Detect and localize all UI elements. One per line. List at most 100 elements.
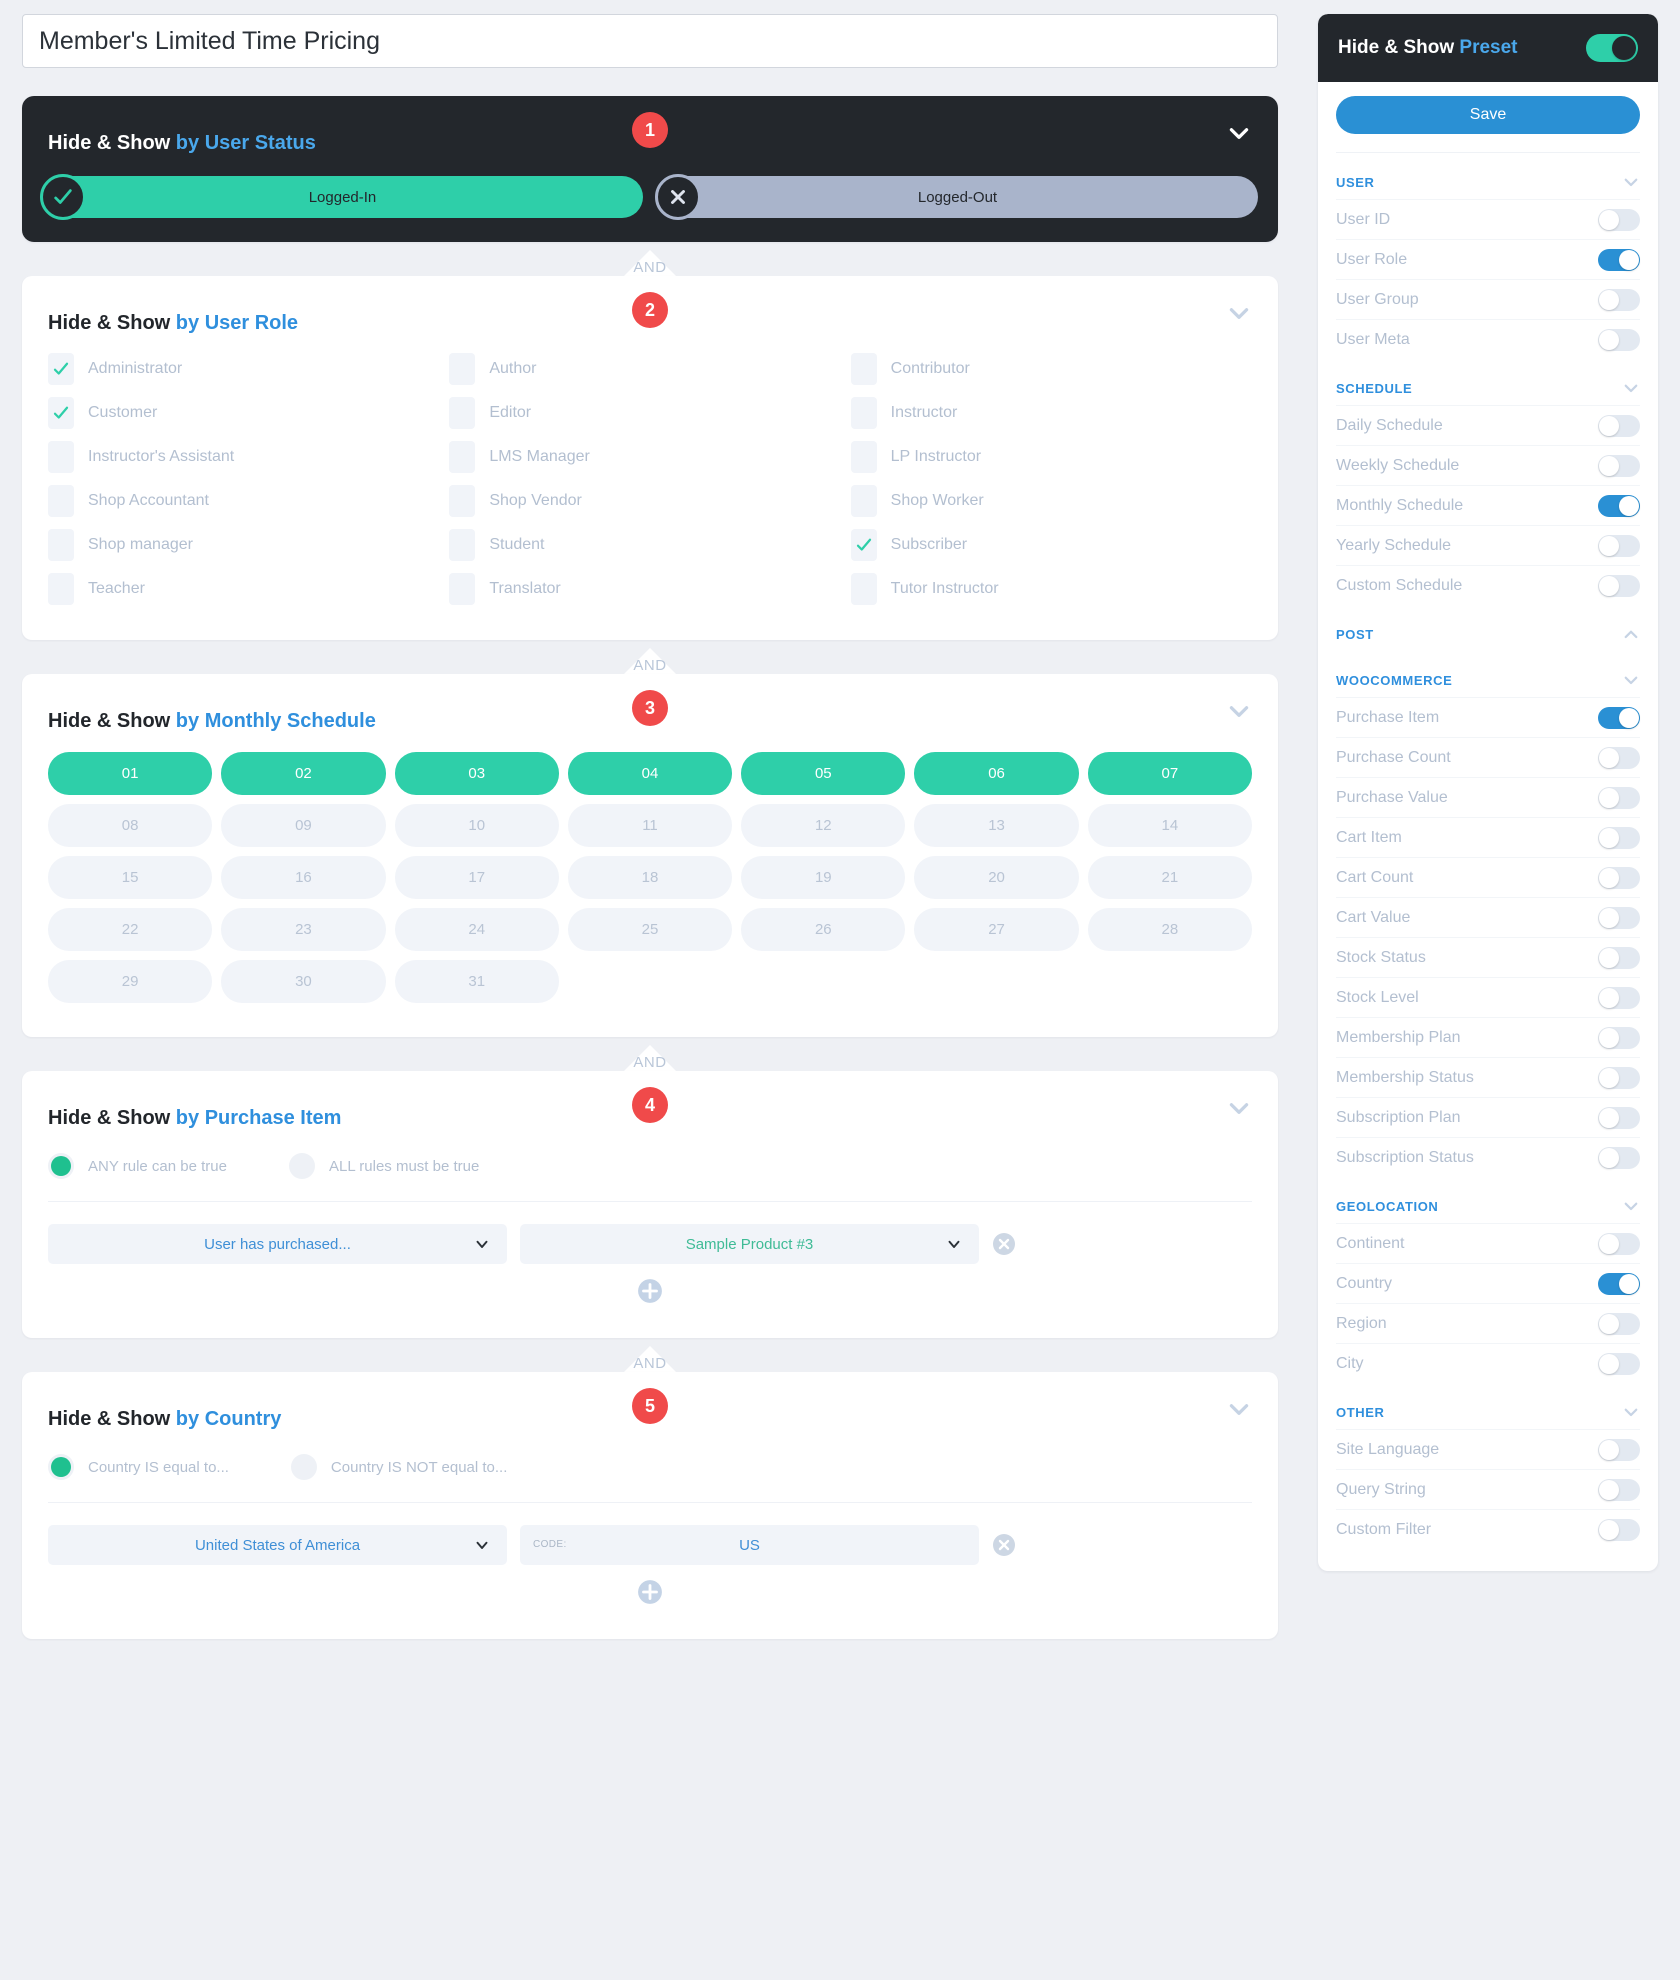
sidebar-row-toggle[interactable] xyxy=(1598,209,1640,231)
day-cell-25[interactable]: 25 xyxy=(568,908,732,951)
sidebar-row-continent[interactable]: Continent xyxy=(1336,1223,1640,1263)
save-button[interactable]: Save xyxy=(1336,96,1640,134)
day-cell-15[interactable]: 15 xyxy=(48,856,212,899)
sidebar-row-toggle[interactable] xyxy=(1598,249,1640,271)
sidebar-group-post[interactable]: POST xyxy=(1336,605,1640,651)
role-option-0[interactable]: Administrator xyxy=(48,352,449,386)
sidebar-row-cart-count[interactable]: Cart Count xyxy=(1336,857,1640,897)
day-cell-18[interactable]: 18 xyxy=(568,856,732,899)
add-rule-icon[interactable] xyxy=(637,1278,663,1304)
sidebar-group-geolocation[interactable]: GEOLOCATION xyxy=(1336,1177,1640,1223)
day-cell-23[interactable]: 23 xyxy=(221,908,385,951)
rule-left-select-country[interactable]: United States of America xyxy=(48,1525,507,1565)
sidebar-row-user-group[interactable]: User Group xyxy=(1336,279,1640,319)
preset-master-toggle[interactable] xyxy=(1586,34,1638,62)
sidebar-group-schedule[interactable]: SCHEDULE xyxy=(1336,359,1640,405)
day-cell-29[interactable]: 29 xyxy=(48,960,212,1003)
sidebar-row-cart-value[interactable]: Cart Value xyxy=(1336,897,1640,937)
sidebar-row-stock-status[interactable]: Stock Status xyxy=(1336,937,1640,977)
add-rule-icon[interactable] xyxy=(637,1579,663,1605)
day-cell-27[interactable]: 27 xyxy=(914,908,1078,951)
day-cell-01[interactable]: 01 xyxy=(48,752,212,795)
sidebar-group-other[interactable]: OTHER xyxy=(1336,1383,1640,1429)
role-option-4[interactable]: Editor xyxy=(449,396,850,430)
status-pill-logged-in[interactable]: Logged-In xyxy=(42,176,643,218)
day-cell-11[interactable]: 11 xyxy=(568,804,732,847)
sidebar-row-monthly-schedule[interactable]: Monthly Schedule xyxy=(1336,485,1640,525)
sidebar-row-toggle[interactable] xyxy=(1598,787,1640,809)
chevron-down-icon[interactable] xyxy=(1622,173,1640,191)
radio-option-purchase-item-0[interactable]: ANY rule can be true xyxy=(48,1153,227,1179)
day-cell-14[interactable]: 14 xyxy=(1088,804,1252,847)
day-cell-20[interactable]: 20 xyxy=(914,856,1078,899)
sidebar-row-toggle[interactable] xyxy=(1598,1067,1640,1089)
sidebar-row-user-id[interactable]: User ID xyxy=(1336,199,1640,239)
day-cell-26[interactable]: 26 xyxy=(741,908,905,951)
sidebar-row-toggle[interactable] xyxy=(1598,867,1640,889)
day-cell-17[interactable]: 17 xyxy=(395,856,559,899)
collapse-chevron-monthly-schedule[interactable] xyxy=(1226,698,1252,724)
remove-rule-icon[interactable] xyxy=(992,1533,1016,1557)
day-cell-08[interactable]: 08 xyxy=(48,804,212,847)
role-option-16[interactable]: Translator xyxy=(449,572,850,606)
day-cell-12[interactable]: 12 xyxy=(741,804,905,847)
chevron-down-icon[interactable] xyxy=(1622,671,1640,689)
sidebar-row-toggle[interactable] xyxy=(1598,1027,1640,1049)
sidebar-row-toggle[interactable] xyxy=(1598,415,1640,437)
day-cell-22[interactable]: 22 xyxy=(48,908,212,951)
sidebar-row-toggle[interactable] xyxy=(1598,827,1640,849)
sidebar-row-toggle[interactable] xyxy=(1598,535,1640,557)
day-cell-19[interactable]: 19 xyxy=(741,856,905,899)
sidebar-row-purchase-value[interactable]: Purchase Value xyxy=(1336,777,1640,817)
radio-option-country-1[interactable]: Country IS NOT equal to... xyxy=(291,1454,507,1480)
sidebar-row-toggle[interactable] xyxy=(1598,1313,1640,1335)
sidebar-row-purchase-item[interactable]: Purchase Item xyxy=(1336,697,1640,737)
role-option-14[interactable]: Subscriber xyxy=(851,528,1252,562)
day-cell-09[interactable]: 09 xyxy=(221,804,385,847)
sidebar-row-toggle[interactable] xyxy=(1598,747,1640,769)
day-cell-16[interactable]: 16 xyxy=(221,856,385,899)
sidebar-row-toggle[interactable] xyxy=(1598,575,1640,597)
collapse-chevron-user-role[interactable] xyxy=(1226,300,1252,326)
role-option-1[interactable]: Author xyxy=(449,352,850,386)
sidebar-row-subscription-status[interactable]: Subscription Status xyxy=(1336,1137,1640,1177)
sidebar-row-toggle[interactable] xyxy=(1598,495,1640,517)
sidebar-row-user-role[interactable]: User Role xyxy=(1336,239,1640,279)
chevron-down-icon[interactable] xyxy=(1622,1197,1640,1215)
day-cell-28[interactable]: 28 xyxy=(1088,908,1252,951)
sidebar-row-toggle[interactable] xyxy=(1598,1519,1640,1541)
status-pill-logged-out[interactable]: Logged-Out xyxy=(657,176,1258,218)
sidebar-row-city[interactable]: City xyxy=(1336,1343,1640,1383)
sidebar-row-toggle[interactable] xyxy=(1598,707,1640,729)
rule-right-select-purchase-item[interactable]: Sample Product #3 xyxy=(520,1224,979,1264)
role-option-3[interactable]: Customer xyxy=(48,396,449,430)
sidebar-row-toggle[interactable] xyxy=(1598,987,1640,1009)
collapse-chevron-country[interactable] xyxy=(1226,1396,1252,1422)
day-cell-21[interactable]: 21 xyxy=(1088,856,1252,899)
sidebar-row-country[interactable]: Country xyxy=(1336,1263,1640,1303)
sidebar-row-yearly-schedule[interactable]: Yearly Schedule xyxy=(1336,525,1640,565)
sidebar-row-custom-filter[interactable]: Custom Filter xyxy=(1336,1509,1640,1549)
sidebar-row-toggle[interactable] xyxy=(1598,455,1640,477)
sidebar-row-custom-schedule[interactable]: Custom Schedule xyxy=(1336,565,1640,605)
radio-option-country-0[interactable]: Country IS equal to... xyxy=(48,1454,229,1480)
sidebar-row-user-meta[interactable]: User Meta xyxy=(1336,319,1640,359)
day-cell-31[interactable]: 31 xyxy=(395,960,559,1003)
sidebar-row-stock-level[interactable]: Stock Level xyxy=(1336,977,1640,1017)
chevron-down-icon[interactable] xyxy=(1622,379,1640,397)
sidebar-row-daily-schedule[interactable]: Daily Schedule xyxy=(1336,405,1640,445)
sidebar-row-toggle[interactable] xyxy=(1598,1439,1640,1461)
day-cell-10[interactable]: 10 xyxy=(395,804,559,847)
day-cell-13[interactable]: 13 xyxy=(914,804,1078,847)
sidebar-row-toggle[interactable] xyxy=(1598,289,1640,311)
day-cell-06[interactable]: 06 xyxy=(914,752,1078,795)
role-option-15[interactable]: Teacher xyxy=(48,572,449,606)
chevron-down-icon[interactable] xyxy=(1622,1403,1640,1421)
sidebar-row-toggle[interactable] xyxy=(1598,1107,1640,1129)
sidebar-row-toggle[interactable] xyxy=(1598,1233,1640,1255)
role-option-10[interactable]: Shop Vendor xyxy=(449,484,850,518)
collapse-chevron-user-status[interactable] xyxy=(1226,120,1252,146)
role-option-2[interactable]: Contributor xyxy=(851,352,1252,386)
sidebar-row-membership-status[interactable]: Membership Status xyxy=(1336,1057,1640,1097)
sidebar-row-cart-item[interactable]: Cart Item xyxy=(1336,817,1640,857)
